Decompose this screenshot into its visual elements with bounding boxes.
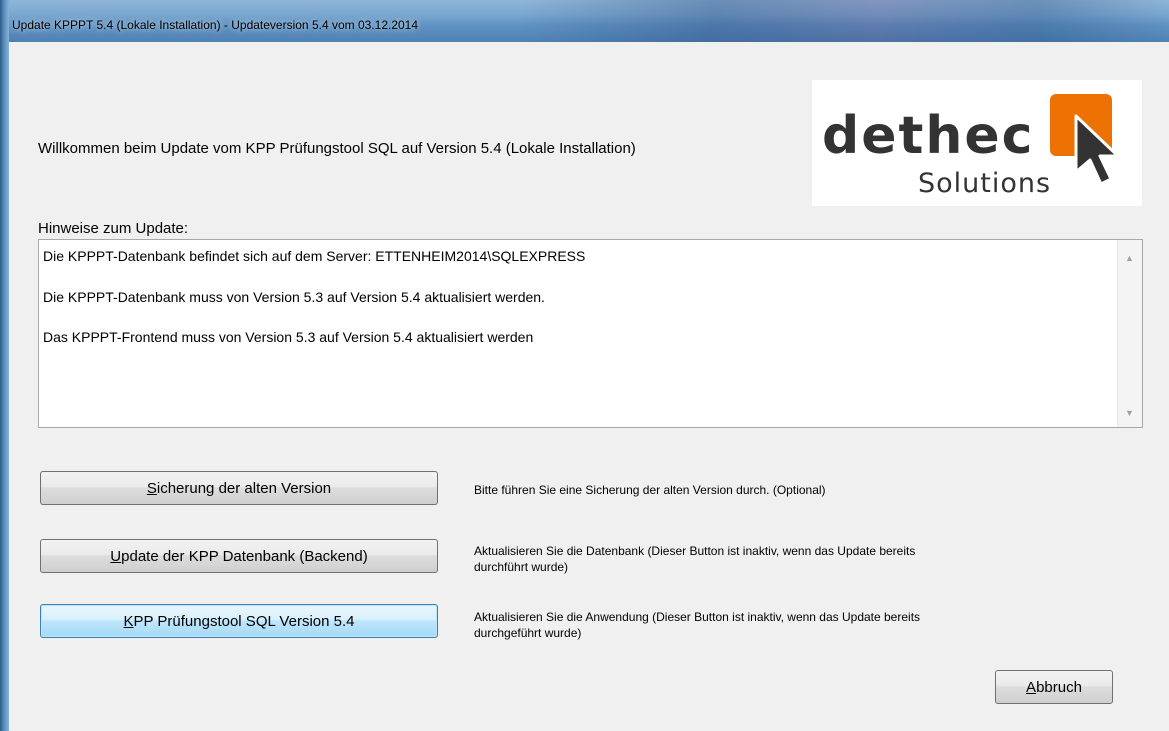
backup-description: Bitte führen Sie eine Sicherung der alte… (474, 483, 826, 497)
logo-word: dethec (822, 106, 1035, 166)
backup-old-version-button[interactable]: Sicherung der alten Version (40, 471, 438, 505)
logo-subtitle: Solutions (918, 168, 1052, 199)
button-mnemonic: A (1026, 678, 1037, 696)
update-application-description: Aktualisieren Sie die Anwendung (Dieser … (474, 610, 921, 640)
title-bar[interactable]: Update KPPPT 5.4 (Lokale Installation) -… (0, 0, 1169, 42)
update-application-button[interactable]: K PP Prüfungstool SQL Version 5.4 (40, 604, 438, 638)
title-bar-decoration (520, 0, 1169, 42)
company-logo: dethec Solutions (812, 80, 1142, 206)
hint-line: Die KPPPT-Datenbank befindet sich auf de… (43, 248, 586, 264)
button-label: pdate der KPP Datenbank (Backend) (121, 547, 368, 565)
hints-label: Hinweise zum Update: (38, 220, 189, 237)
welcome-text: Willkommen beim Update vom KPP Prüfungst… (38, 140, 636, 157)
button-mnemonic: U (110, 547, 122, 565)
update-database-description: Aktualisieren Sie die Datenbank (Dieser … (474, 544, 916, 574)
hint-line: Die KPPPT-Datenbank muss von Version 5.3… (43, 289, 545, 305)
button-mnemonic: K (123, 612, 134, 630)
scroll-up-arrow-icon[interactable]: ▲ (1125, 253, 1134, 263)
button-label: PP Prüfungstool SQL Version 5.4 (133, 612, 355, 630)
button-label: icherung der alten Version (156, 479, 332, 497)
hints-textbox[interactable]: Die KPPPT-Datenbank befindet sich auf de… (38, 239, 1143, 428)
cancel-button[interactable]: Abbruch (995, 670, 1113, 704)
update-database-button[interactable]: Update der KPP Datenbank (Backend) (40, 539, 438, 573)
window-title: Update KPPPT 5.4 (Lokale Installation) -… (12, 18, 419, 32)
button-mnemonic: S (146, 479, 157, 497)
cursor-arrow-icon (1074, 114, 1120, 186)
scroll-down-arrow-icon[interactable]: ▼ (1125, 408, 1134, 418)
window-frame-left (0, 0, 9, 731)
hint-line: Das KPPPT-Frontend muss von Version 5.3 … (43, 329, 534, 345)
vertical-scrollbar[interactable]: ▲ ▼ (1117, 240, 1142, 427)
button-label: bbruch (1036, 678, 1082, 696)
